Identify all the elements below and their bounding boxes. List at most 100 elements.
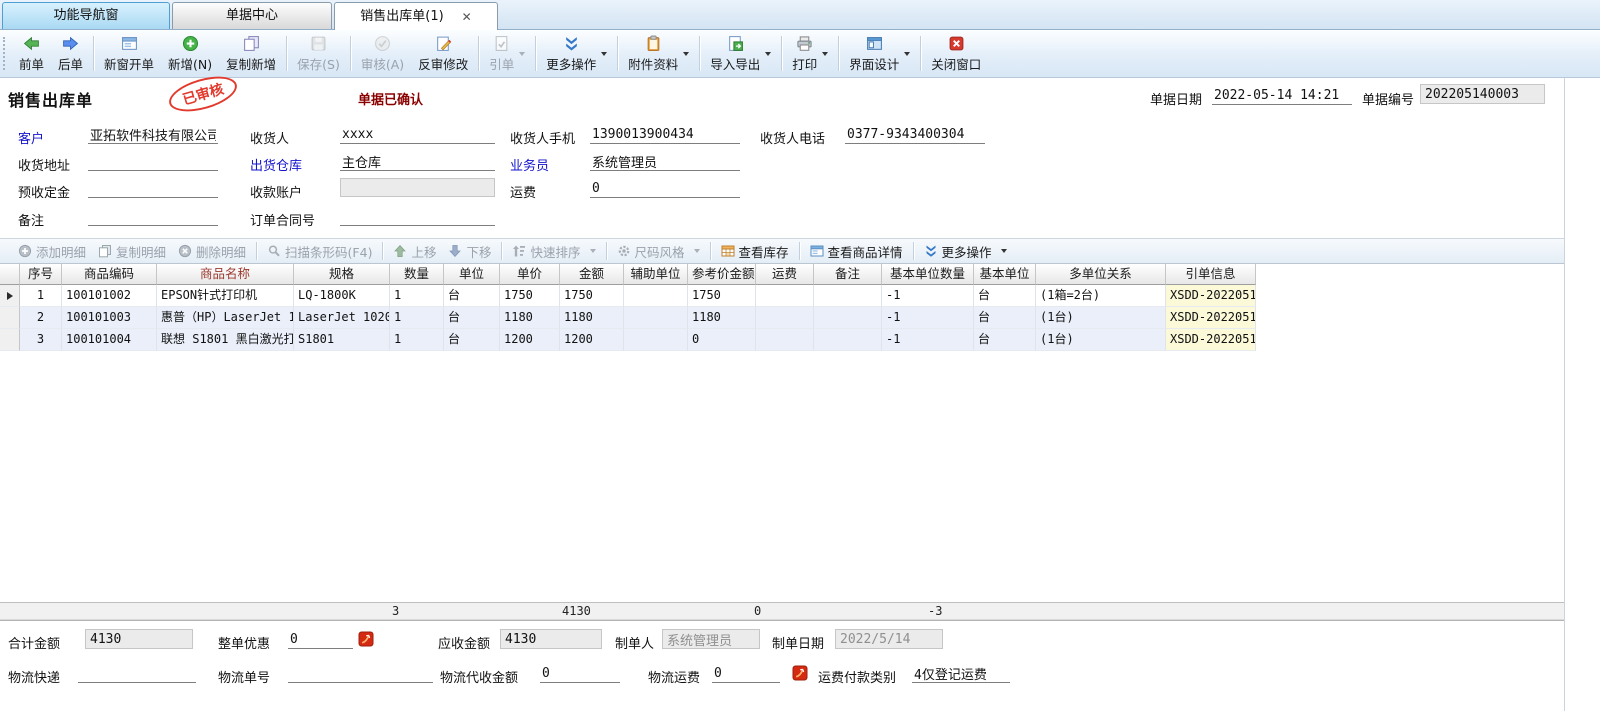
add-detail-button[interactable]: 添加明细 <box>12 240 92 263</box>
cell-remark[interactable] <box>814 329 882 351</box>
col-header-base-qty[interactable]: 基本单位数量 <box>882 264 974 285</box>
cell-base-qty[interactable]: -1 <box>882 307 974 329</box>
cell-base-qty[interactable]: -1 <box>882 329 974 351</box>
doc-date-field[interactable] <box>1212 86 1352 105</box>
print-button[interactable]: 打印 <box>785 32 835 75</box>
cell-price[interactable]: 1200 <box>500 329 560 351</box>
save-button[interactable]: 保存(S) <box>290 32 347 75</box>
unaudit-edit-button[interactable]: 反审修改 <box>411 32 475 75</box>
maker-field[interactable] <box>662 629 760 649</box>
audit-button[interactable]: 审核(A) <box>354 32 411 75</box>
col-header-qty[interactable]: 数量 <box>390 264 444 285</box>
next-doc-button[interactable]: 后单 <box>51 32 90 75</box>
cod-amount-field[interactable] <box>540 664 620 683</box>
col-header-seq[interactable]: 序号 <box>20 264 62 285</box>
cell-name[interactable]: 惠普（HP）LaserJet 1020 <box>157 307 294 329</box>
import-export-button[interactable]: 导入导出 <box>703 32 778 75</box>
col-header-unit[interactable]: 单位 <box>444 264 500 285</box>
cell-amount[interactable]: 1180 <box>560 307 624 329</box>
consignee-field[interactable] <box>340 125 495 144</box>
cell-ref-amount[interactable]: 0 <box>688 329 756 351</box>
scan-barcode-button[interactable]: 扫描条形码(F4) <box>261 240 378 263</box>
customer-field[interactable] <box>88 125 218 144</box>
table-row[interactable]: 2 100101003 惠普（HP）LaserJet 1020 LaserJet… <box>0 307 1564 329</box>
pull-order-button[interactable]: 引单 <box>482 32 532 75</box>
ui-design-button[interactable]: 界面设计 <box>842 32 917 75</box>
col-header-spec[interactable]: 规格 <box>294 264 390 285</box>
cell-multi-unit[interactable]: (1台) <box>1036 307 1166 329</box>
discount-edit-icon[interactable] <box>358 631 374 647</box>
cell-freight[interactable] <box>756 307 814 329</box>
prev-doc-button[interactable]: 前单 <box>12 32 51 75</box>
col-header-base-unit[interactable]: 基本单位 <box>974 264 1036 285</box>
cell-aux-unit[interactable] <box>624 307 688 329</box>
cell-remark[interactable] <box>814 307 882 329</box>
total-amount-field[interactable] <box>85 629 193 649</box>
cell-seq[interactable]: 2 <box>20 307 62 329</box>
tab-sales-outbound[interactable]: 销售出库单(1) ✕ <box>334 2 498 30</box>
col-header-price[interactable]: 单价 <box>500 264 560 285</box>
copy-add-button[interactable]: 复制新增 <box>219 32 283 75</box>
cell-code[interactable]: 100101002 <box>62 285 157 307</box>
table-row[interactable]: 3 100101004 联想 S1801 黑白激光打印 S1801 1 台 12… <box>0 329 1564 351</box>
cell-ref-info[interactable]: XSDD-2022051 <box>1166 285 1256 307</box>
discount-field[interactable] <box>288 630 353 649</box>
cell-seq[interactable]: 3 <box>20 329 62 351</box>
logistics-freight-field[interactable] <box>712 664 780 683</box>
cell-spec[interactable]: LaserJet 1020 <box>294 307 390 329</box>
cell-unit[interactable]: 台 <box>444 307 500 329</box>
cell-multi-unit[interactable]: (1箱=2台) <box>1036 285 1166 307</box>
add-new-button[interactable]: 新增(N) <box>161 32 219 75</box>
cell-code[interactable]: 100101003 <box>62 307 157 329</box>
cell-price[interactable]: 1750 <box>500 285 560 307</box>
cell-price[interactable]: 1180 <box>500 307 560 329</box>
col-header-amount[interactable]: 金额 <box>560 264 624 285</box>
cell-qty[interactable]: 1 <box>390 285 444 307</box>
col-header-multi-unit[interactable]: 多单位关系 <box>1036 264 1166 285</box>
cell-qty[interactable]: 1 <box>390 307 444 329</box>
cell-spec[interactable]: LQ-1800K <box>294 285 390 307</box>
tab-document-center[interactable]: 单据中心 <box>172 2 332 29</box>
cell-name[interactable]: 联想 S1801 黑白激光打印 <box>157 329 294 351</box>
move-up-button[interactable]: 上移 <box>387 240 442 263</box>
salesman-field[interactable] <box>590 152 740 171</box>
cell-amount[interactable]: 1200 <box>560 329 624 351</box>
cell-multi-unit[interactable]: (1台) <box>1036 329 1166 351</box>
view-product-detail-button[interactable]: 查看商品详情 <box>804 240 909 263</box>
cell-freight[interactable] <box>756 329 814 351</box>
logistics-freight-edit-icon[interactable] <box>792 665 808 681</box>
size-style-button[interactable]: 尺码风格 <box>611 240 706 263</box>
warehouse-field[interactable] <box>340 152 495 171</box>
cell-seq[interactable]: 1 <box>20 285 62 307</box>
tab-function-nav[interactable]: 功能导航窗 <box>2 2 170 29</box>
contract-field[interactable] <box>340 207 495 226</box>
account-field[interactable] <box>340 178 495 197</box>
cell-remark[interactable] <box>814 285 882 307</box>
express-field[interactable] <box>78 664 196 683</box>
move-down-button[interactable]: 下移 <box>442 240 497 263</box>
phone-field[interactable] <box>845 125 985 144</box>
receivable-field[interactable] <box>500 629 602 649</box>
cell-ref-amount[interactable]: 1750 <box>688 285 756 307</box>
attachments-button[interactable]: 附件资料 <box>621 32 696 75</box>
col-header-remark[interactable]: 备注 <box>814 264 882 285</box>
delete-detail-button[interactable]: 删除明细 <box>172 240 252 263</box>
cell-unit[interactable]: 台 <box>444 329 500 351</box>
remark-field[interactable] <box>88 207 218 226</box>
deposit-field[interactable] <box>88 179 218 198</box>
cell-ref-amount[interactable]: 1180 <box>688 307 756 329</box>
col-header-ref-info[interactable]: 引单信息 <box>1166 264 1256 285</box>
make-date-field[interactable] <box>835 629 943 649</box>
col-header-ref-amount[interactable]: 参考价金额 <box>688 264 756 285</box>
col-header-freight[interactable]: 运费 <box>756 264 814 285</box>
col-header-code[interactable]: 商品编码 <box>62 264 157 285</box>
cell-amount[interactable]: 1750 <box>560 285 624 307</box>
tab-close-icon[interactable]: ✕ <box>462 11 472 23</box>
col-header-aux-unit[interactable]: 辅助单位 <box>624 264 688 285</box>
quick-sort-button[interactable]: 快速排序 <box>506 240 601 263</box>
cell-aux-unit[interactable] <box>624 285 688 307</box>
cell-aux-unit[interactable] <box>624 329 688 351</box>
cell-freight[interactable] <box>756 285 814 307</box>
freight-field[interactable] <box>590 179 740 198</box>
mobile-field[interactable] <box>590 125 740 144</box>
